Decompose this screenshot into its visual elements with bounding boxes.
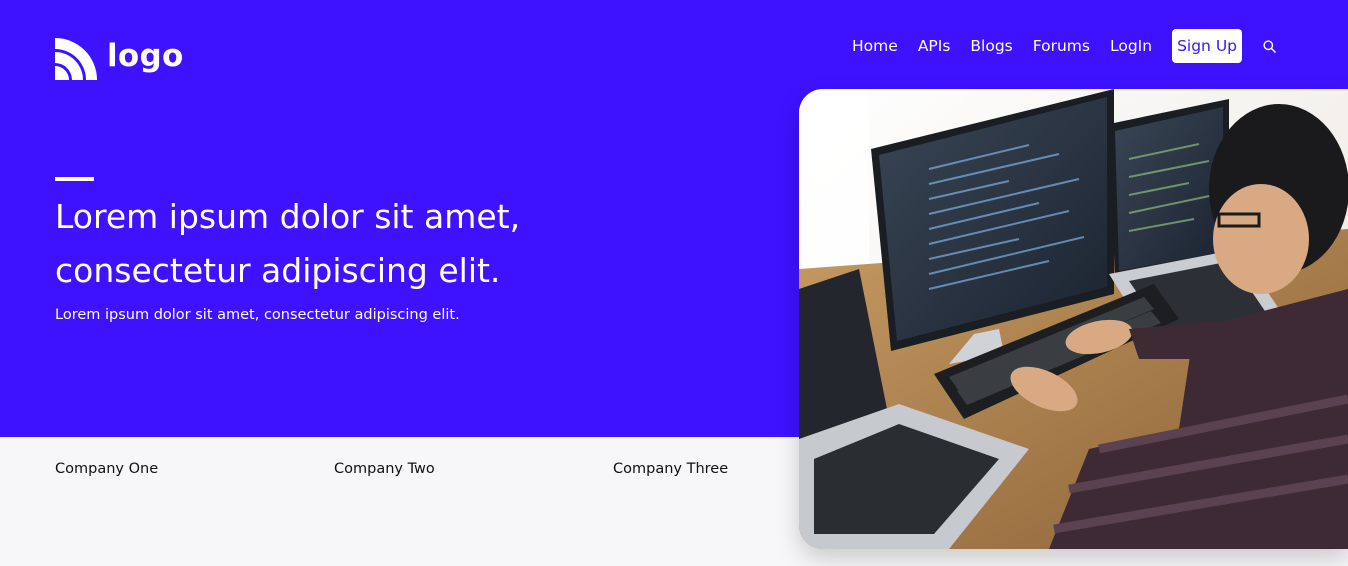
nav-link-apis[interactable]: APIs (918, 29, 951, 63)
nav-link-forums[interactable]: Forums (1033, 29, 1090, 63)
nav-link-login[interactable]: LogIn (1110, 29, 1152, 63)
nav-link-blogs[interactable]: Blogs (970, 29, 1012, 63)
company-one: Company One (55, 461, 159, 477)
main-nav: Home APIs Blogs Forums LogIn Sign Up (852, 29, 1276, 63)
headline-accent-line (55, 177, 94, 181)
company-three: Company Three (613, 461, 729, 477)
brand-logo[interactable]: logo (55, 38, 184, 80)
hero-headline: Lorem ipsum dolor sit amet, consectetur … (55, 197, 521, 290)
signup-button[interactable]: Sign Up (1172, 29, 1242, 63)
company-two: Company Two (334, 461, 435, 477)
logo-icon (55, 38, 97, 80)
logo-text: logo (107, 37, 184, 74)
hero-subtext: Lorem ipsum dolor sit amet, consectetur … (55, 307, 460, 323)
nav-link-home[interactable]: Home (852, 29, 898, 63)
search-icon[interactable] (1262, 39, 1276, 53)
hero-photo (799, 89, 1348, 549)
